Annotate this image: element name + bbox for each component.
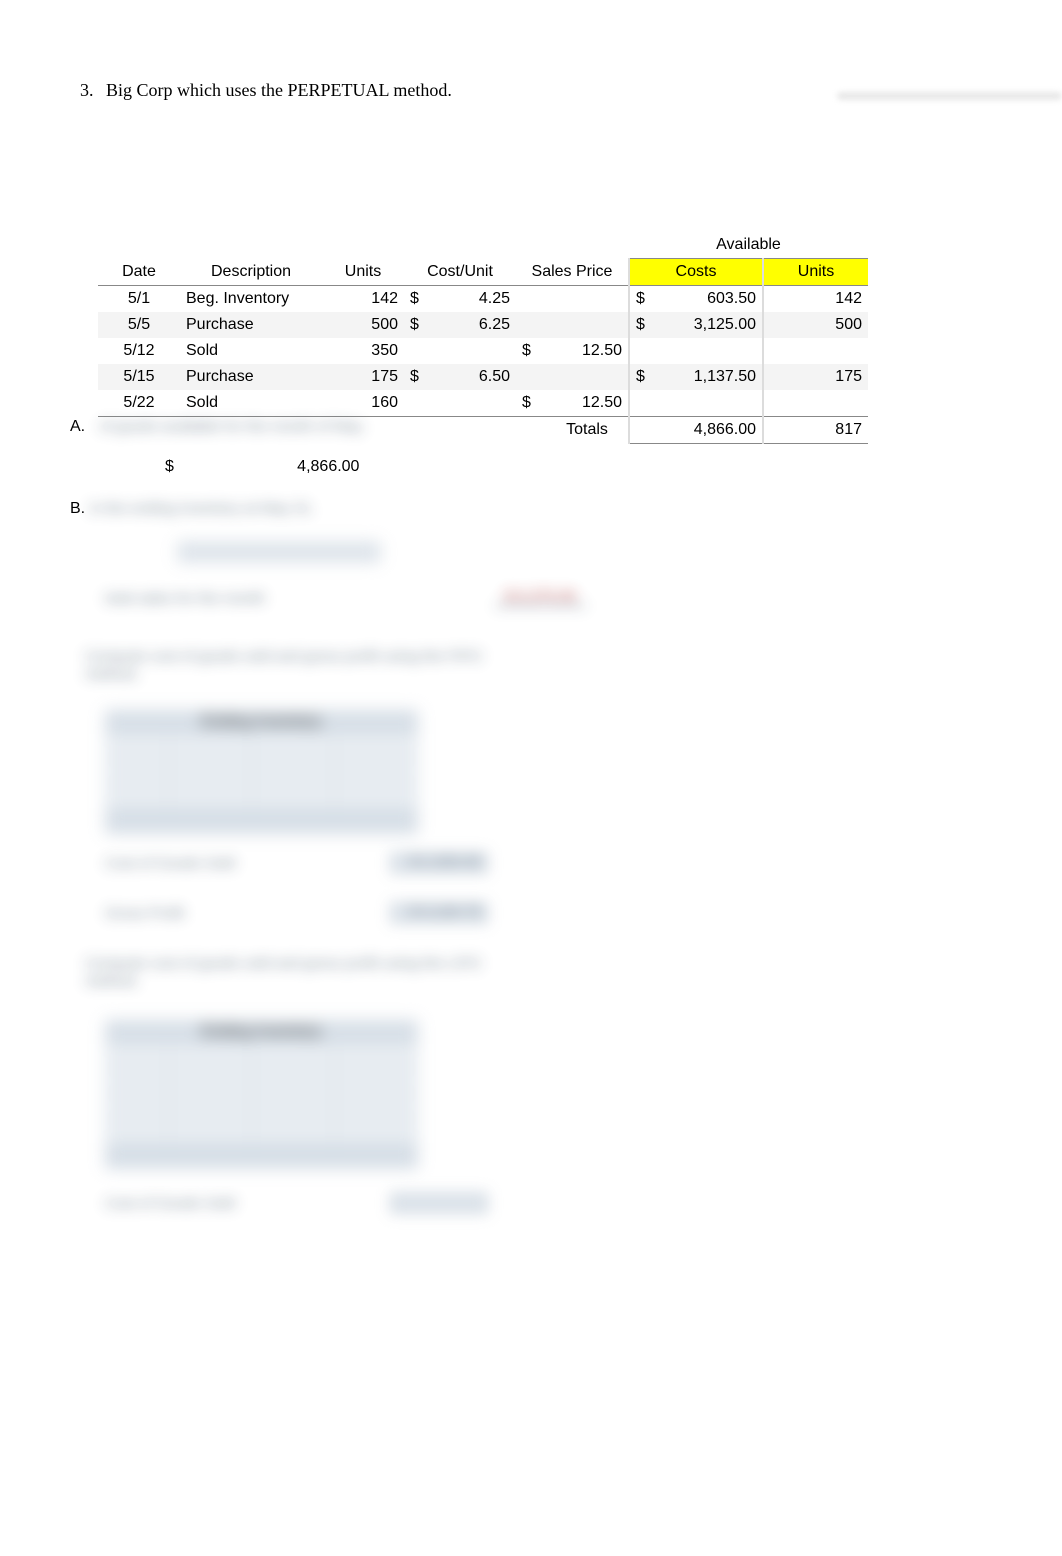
question-number: 3. <box>80 80 94 101</box>
blurred-table-d: Ending Inventory <box>105 1020 418 1169</box>
part-a: A. of goods available for the month of M… <box>70 418 365 436</box>
hdr-available-units: Units <box>763 259 868 286</box>
table-row: 5/12 Sold 350 $ 12.50 <box>98 338 868 364</box>
decorative-top-bar <box>837 92 1062 100</box>
totals-units: 817 <box>776 417 868 444</box>
totals-label: Totals <box>546 417 629 444</box>
blurred-part-d-text: Compute cost of goods sold and gross pro… <box>85 955 485 991</box>
part-a-value: 4,866.00 <box>199 458 359 476</box>
part-b: B. in the ending inventory at May 31. <box>70 500 315 518</box>
inventory-table-wrap: Available Date Description Units Cost/Un… <box>98 232 868 444</box>
hdr-costs: Costs <box>629 259 763 286</box>
totals-costs: 4,866.00 <box>660 417 763 444</box>
part-a-label: A. <box>70 418 95 436</box>
hdr-desc: Description <box>180 259 322 286</box>
header-row: Date Description Units Cost/Unit Sales P… <box>98 259 868 286</box>
table-row: 5/1 Beg. Inventory 142 $ 4.25 $ 603.50 1… <box>98 286 868 313</box>
hdr-units: Units <box>322 259 404 286</box>
table-row: 5/15 Purchase 175 $ 6.50 $ 1,137.50 175 <box>98 364 868 390</box>
hdr-cost-unit: Cost/Unit <box>404 259 516 286</box>
part-a-value-row: $ 4,866.00 <box>165 458 359 476</box>
table-row: 5/5 Purchase 500 $ 6.25 $ 3,125.00 500 <box>98 312 868 338</box>
question-line: 3. Big Corp which uses the PERPETUAL met… <box>80 80 452 101</box>
blurred-sales-label: total sales for the month <box>105 590 265 607</box>
part-b-label: B. <box>70 500 85 517</box>
part-a-blurred-text: of goods available for the month of May. <box>99 418 365 435</box>
table-row: 5/22 Sold 160 $ 12.50 <box>98 390 868 417</box>
blurred-box <box>178 542 380 562</box>
blurred-cogs-c-label: Cost of Goods Sold <box>105 855 235 872</box>
blurred-cogs-c-value: $ 2,300.00 <box>390 852 488 874</box>
blurred-gp-c-value: $ 3,100.75 <box>390 902 488 924</box>
blurred-part-c-text: Compute cost of goods sold and gross pro… <box>85 648 485 684</box>
blurred-gp-c-label: Gross Profit <box>105 905 184 922</box>
available-header: Available <box>629 232 868 259</box>
blurred-table-c: Ending Inventory <box>105 710 418 834</box>
part-b-blurred-text: in the ending inventory at May 31. <box>90 500 315 517</box>
inventory-table: Available Date Description Units Cost/Un… <box>98 232 868 444</box>
super-header-row: Available <box>98 232 868 259</box>
question-text: Big Corp which uses the PERPETUAL method… <box>106 80 452 100</box>
hdr-sales-price: Sales Price <box>516 259 629 286</box>
blurred-cogs-d-value <box>390 1192 488 1214</box>
hdr-date: Date <box>98 259 180 286</box>
blurred-cogs-d-label: Cost of Goods Sold <box>105 1195 235 1212</box>
part-a-currency: $ <box>165 458 195 476</box>
blurred-sales-value: $ 6,375.00 <box>495 588 586 607</box>
